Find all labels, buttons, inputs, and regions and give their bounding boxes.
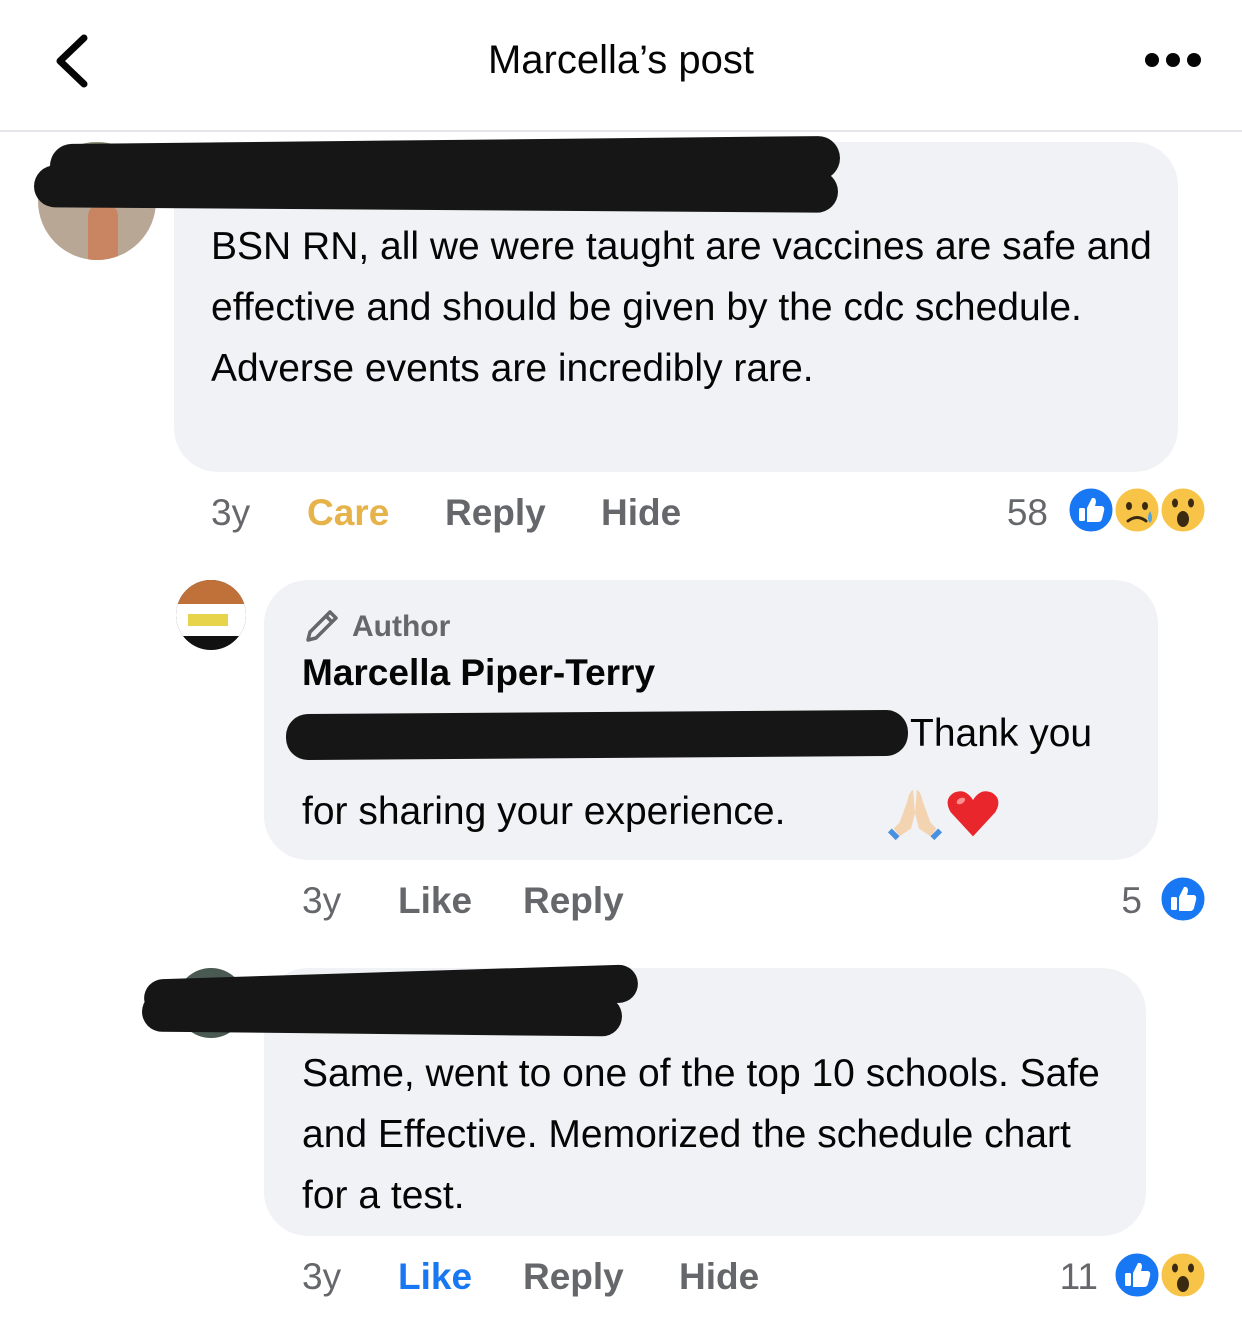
folded-hands-emoji <box>887 789 943 841</box>
reaction-count[interactable]: 5 <box>1086 880 1142 922</box>
care-reaction-icon <box>1112 485 1162 535</box>
like-button[interactable]: Like <box>398 880 472 922</box>
redaction-mark <box>33 165 839 213</box>
like-button[interactable]: Like <box>398 1256 472 1298</box>
redaction-mark <box>285 709 909 761</box>
wow-reaction-icon <box>1158 1250 1208 1300</box>
pencil-icon <box>306 610 338 642</box>
comment-text: BSN RN, all we were taught are vaccines … <box>211 225 1152 390</box>
like-reaction-icon <box>1158 874 1208 924</box>
author-name[interactable]: Marcella Piper-Terry <box>302 652 655 694</box>
author-avatar[interactable] <box>176 580 246 650</box>
wow-reaction-icon <box>1158 485 1208 535</box>
comment-time: 3y <box>211 492 251 533</box>
more-dots-icon[interactable] <box>1144 50 1202 70</box>
hide-button[interactable]: Hide <box>679 1256 759 1298</box>
comment-actions: 3y Care Reply Hide <box>0 492 1242 537</box>
reply-button[interactable]: Reply <box>523 880 624 922</box>
comment-text: for sharing your experience. <box>302 790 786 833</box>
comment-text: Thank you <box>910 712 1093 755</box>
like-reaction-icon <box>1112 1250 1162 1300</box>
comment-actions: 3y Like Reply <box>0 880 1242 925</box>
redaction-mark <box>141 991 623 1037</box>
comment-time: 3y <box>302 1256 342 1297</box>
top-bar: Marcella’s post <box>0 0 1242 132</box>
comment-text: Same, went to one of the top 10 schools.… <box>302 1052 1100 1217</box>
reply-button[interactable]: Reply <box>523 1256 624 1298</box>
care-button[interactable]: Care <box>307 492 389 534</box>
reply-button[interactable]: Reply <box>445 492 546 534</box>
hide-button[interactable]: Hide <box>601 492 681 534</box>
reaction-count[interactable]: 11 <box>1040 1256 1098 1298</box>
author-badge-label: Author <box>352 610 451 643</box>
reaction-count[interactable]: 58 <box>960 492 1048 534</box>
like-reaction-icon <box>1066 485 1116 535</box>
comment-time: 3y <box>302 880 342 921</box>
page-title: Marcella’s post <box>487 38 755 82</box>
red-heart-emoji <box>947 791 999 837</box>
